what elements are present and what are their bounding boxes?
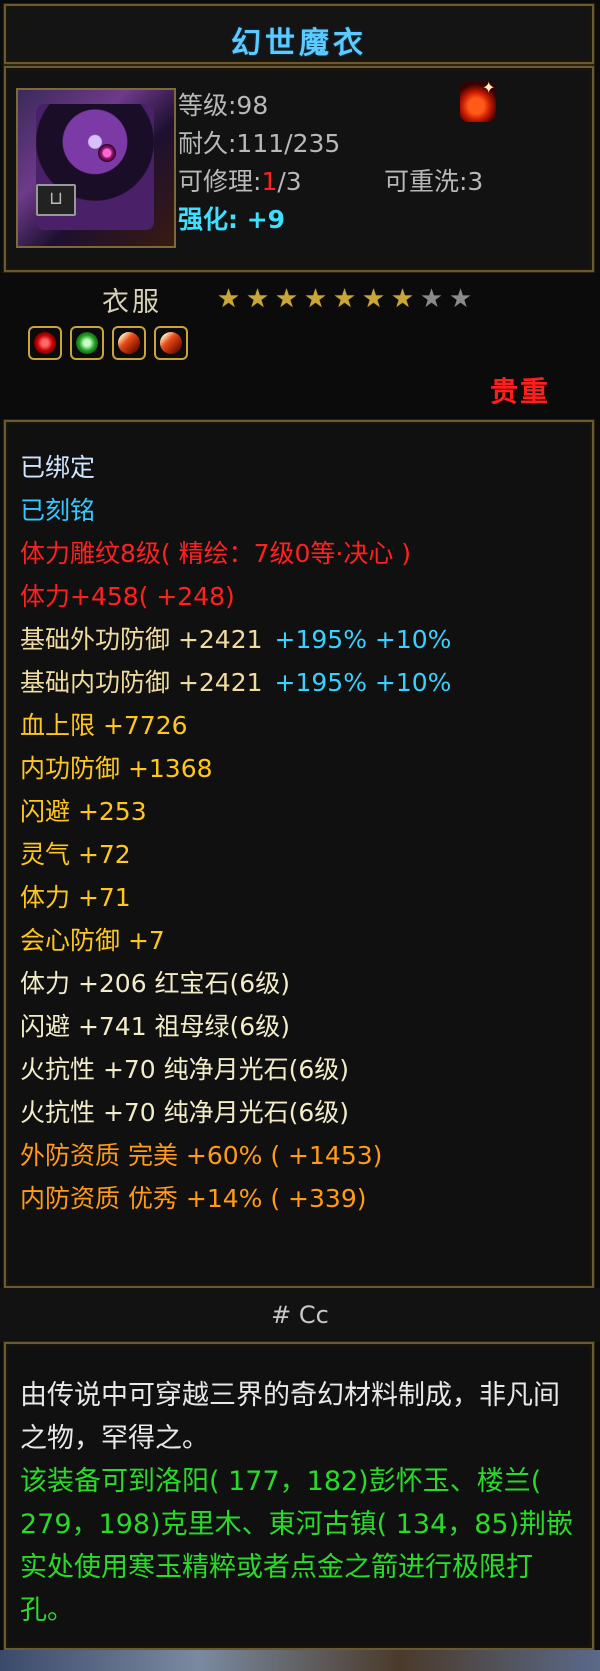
star-filled-icon: ★ — [216, 284, 241, 314]
attribute-row: 体力 +71 — [20, 876, 451, 919]
rarity-label: 贵重 — [489, 375, 550, 408]
star-empty-icon: ★ — [419, 284, 444, 314]
attribute-row: 基础外功防御 +2421 +195% +10% — [20, 618, 451, 661]
attribute-text: 内防资质 优秀 +14% ( +339) — [20, 1184, 367, 1213]
attribute-row: 基础内功防御 +2421 +195% +10% — [20, 661, 451, 704]
chest-slot-icon: ⊔ — [36, 184, 76, 216]
attribute-row: 体力+458( +248) — [20, 575, 451, 618]
durability-text: 耐久:111/235 — [178, 129, 341, 158]
upgrade-tip: 该装备可到洛阳( 177，182)彭怀玉、楼兰( 279，198)克里木、東河古… — [20, 1466, 574, 1626]
star-empty-icon: ★ — [448, 284, 473, 314]
attribute-list: 已绑定已刻铭体力雕纹8级( 精绘：7级0等·决心 ) 体力+458( +248) 基… — [20, 446, 451, 1220]
attribute-text: 火抗性 +70 纯净月光石(6级) — [20, 1055, 350, 1084]
attribute-row: 火抗性 +70 纯净月光石(6级) — [20, 1091, 451, 1134]
title-bar: 幻世魔衣 — [4, 4, 594, 64]
attribute-row: 闪避 +741 祖母绿(6级) — [20, 1005, 451, 1048]
item-name: 幻世魔衣 — [231, 26, 367, 61]
attribute-row: 体力雕纹8级( 精绘：7级0等·决心 ) — [20, 532, 451, 575]
attribute-row: 外防资质 完美 +60% ( +1453) — [20, 1134, 451, 1177]
attribute-text: 血上限 +7726 — [20, 711, 188, 740]
attribute-text: +195% +10% — [274, 668, 452, 697]
gem-fill — [34, 332, 56, 354]
equipment-type: 衣服 — [102, 287, 162, 318]
star-filled-icon: ★ — [245, 284, 270, 314]
attribute-row: 内防资质 优秀 +14% ( +339) — [20, 1177, 451, 1220]
star-filled-icon: ★ — [303, 284, 328, 314]
attribute-text: 灵气 +72 — [20, 840, 131, 869]
repair-max: /3 — [277, 167, 302, 196]
description-box: 由传说中可穿越三界的奇幻材料制成，非凡间之物，罕得之。 该装备可到洛阳( 177… — [4, 1342, 594, 1650]
repair-text: 可修理:1/3 — [178, 162, 302, 198]
attribute-text: 已刻铭 — [20, 496, 96, 525]
attribute-text: +195% +10% — [274, 625, 452, 654]
attribute-text: 内功防御 +1368 — [20, 754, 213, 783]
attribute-text: 火抗性 +70 纯净月光石(6级) — [20, 1098, 350, 1127]
attribute-row: 血上限 +7726 — [20, 704, 451, 747]
attribute-row: 已绑定 — [20, 446, 451, 489]
moonstone-icon[interactable] — [154, 326, 188, 360]
rewash-text: 可重洗:3 — [384, 167, 484, 196]
attribute-row: 体力 +206 红宝石(6级) — [20, 962, 451, 1005]
attribute-text: 体力雕纹8级( 精绘：7级0等·决心 ) — [20, 539, 412, 568]
fire-rune-icon — [460, 78, 496, 122]
attribute-text: 体力+458( +248) — [20, 582, 235, 611]
red-gem-icon[interactable] — [28, 326, 62, 360]
attribute-text: 闪避 +253 — [20, 797, 147, 826]
level-text: 等级:98 — [178, 91, 269, 120]
gem-fill — [160, 332, 182, 354]
star-filled-icon: ★ — [274, 284, 299, 314]
item-portrait: ⊔ — [16, 88, 176, 248]
repair-current: 1 — [261, 167, 278, 196]
background-strip — [0, 1650, 600, 1671]
repair-label: 可修理: — [178, 167, 262, 196]
attribute-text: 会心防御 +7 — [20, 926, 165, 955]
star-filled-icon: ★ — [361, 284, 386, 314]
lore-text: 由传说中可穿越三界的奇幻材料制成，非凡间之物，罕得之。 — [20, 1380, 560, 1454]
attribute-text: 体力 +206 红宝石(6级) — [20, 969, 290, 998]
gem-fill — [118, 332, 140, 354]
gem-sockets — [28, 326, 196, 360]
attributes-box: 已绑定已刻铭体力雕纹8级( 精绘：7级0等·决心 ) 体力+458( +248) 基… — [4, 420, 594, 1288]
attribute-row: 灵气 +72 — [20, 833, 451, 876]
star-filled-icon: ★ — [390, 284, 415, 314]
gem-fill — [76, 332, 98, 354]
green-gem-icon[interactable] — [70, 326, 104, 360]
item-tooltip: 幻世魔衣 ⊔ 等级:98 耐久:111/235 可修理:1/3 可重洗:3 强化… — [0, 0, 600, 1671]
attribute-text: 闪避 +741 祖母绿(6级) — [20, 1012, 290, 1041]
type-area: 衣服 ★ ★ ★ ★ ★ ★ ★ ★ ★ 贵重 — [4, 276, 594, 416]
star-rating: ★ ★ ★ ★ ★ ★ ★ ★ ★ — [214, 284, 475, 314]
description: 由传说中可穿越三界的奇幻材料制成，非凡间之物，罕得之。 该装备可到洛阳( 177… — [20, 1374, 580, 1632]
moonstone-icon[interactable] — [112, 326, 146, 360]
enhance-text: 强化: +9 — [178, 205, 286, 234]
attribute-row: 闪避 +253 — [20, 790, 451, 833]
attribute-row: 已刻铭 — [20, 489, 451, 532]
attribute-text: 已绑定 — [20, 453, 96, 482]
armor-eye-ornament — [98, 144, 116, 162]
attribute-row: 会心防御 +7 — [20, 919, 451, 962]
item-info-box: ⊔ 等级:98 耐久:111/235 可修理:1/3 可重洗:3 强化: +9 — [4, 66, 594, 272]
code-label: # Cc — [0, 1288, 600, 1342]
attribute-row: 火抗性 +70 纯净月光石(6级) — [20, 1048, 451, 1091]
attribute-text: 体力 +71 — [20, 883, 131, 912]
attribute-row: 内功防御 +1368 — [20, 747, 451, 790]
star-filled-icon: ★ — [332, 284, 357, 314]
attribute-text: 基础外功防御 +2421 — [20, 625, 263, 654]
attribute-text: 基础内功防御 +2421 — [20, 668, 263, 697]
attribute-text: 外防资质 完美 +60% ( +1453) — [20, 1141, 383, 1170]
